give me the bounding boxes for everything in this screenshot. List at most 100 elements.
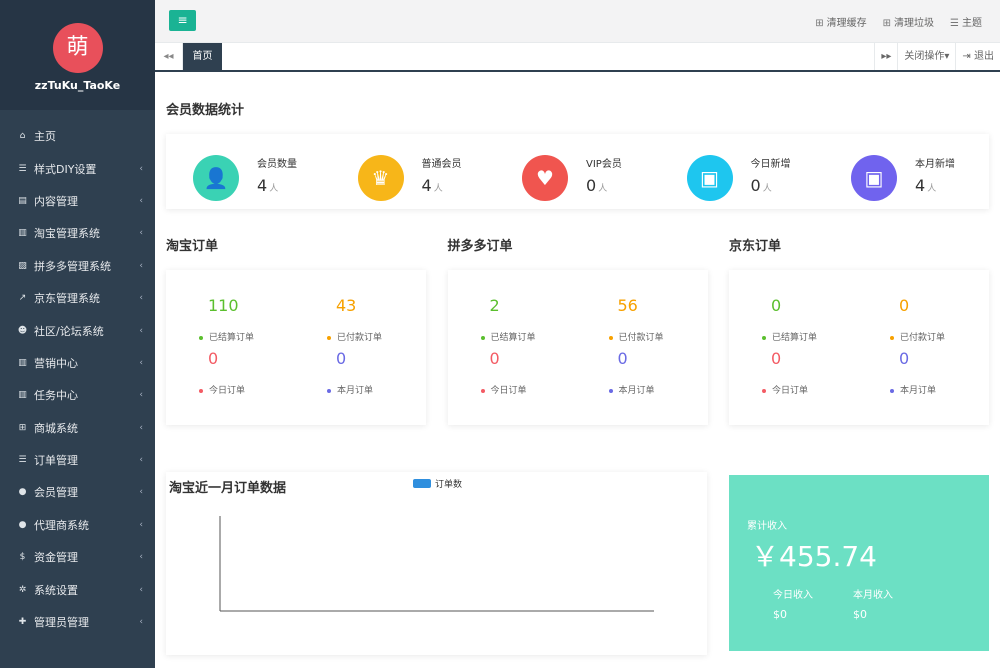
member-stat-item: ▣ 本月新增 4 人 — [851, 154, 1000, 202]
chevron-left-icon: ‹ — [139, 228, 143, 239]
logout-label: 退出 — [974, 51, 994, 62]
income-card: 累计收入 ￥455.74 今日收入 $0 本月收入 $0 — [729, 475, 989, 651]
order-label-text: 今日订单 — [490, 386, 527, 396]
order-section-title: 京东订单 — [729, 239, 782, 254]
chevron-left-icon: ‹ — [139, 584, 143, 595]
chevron-left-icon: ‹ — [139, 422, 143, 433]
sidebar-item[interactable]: ⌂ 主页 — [0, 120, 155, 152]
stat-number: 4 — [421, 176, 432, 195]
tab-scroll-left-button[interactable]: ◂◂ — [155, 43, 183, 70]
sidebar-item[interactable]: ▨ 拼多多管理系统 ‹ — [0, 250, 155, 282]
dot-icon — [608, 335, 613, 340]
sidebar-item[interactable]: ▤ 内容管理 ‹ — [0, 185, 155, 217]
theme-icon: ☰ — [950, 18, 959, 29]
calendar-check-icon: ▣ — [851, 155, 897, 201]
order-paid-count: 56 — [617, 296, 638, 315]
sidebar: 萌 zzTuKu_TaoKe ⌂ 主页 ☰ 样式DIY设置 ‹ ▤ 内容管理 ‹ ▥ 淘宝管理系统… — [0, 0, 155, 668]
stat-label: VIP会员 — [586, 159, 622, 170]
calendar-check-icon: ▣ — [686, 155, 733, 201]
gear-icon: ✲ — [18, 584, 27, 595]
cart-icon: ⊞ — [882, 18, 892, 29]
top-link[interactable]: ⊞ 清理缓存 — [815, 14, 866, 29]
sidebar-item[interactable]: ● 代理商系统 ‹ — [0, 509, 155, 541]
order-today-count: 0 — [208, 349, 219, 368]
order-label-text: 已结算订单 — [209, 333, 255, 343]
sidebar-item[interactable]: $ 资金管理 ‹ — [0, 541, 155, 573]
member-stat-item: ♛ 普通会员 4 人 — [357, 154, 508, 202]
tab-scroll-right-button[interactable]: ▸▸ — [874, 43, 897, 70]
username[interactable]: zzTuKu_TaoKe — [0, 79, 155, 92]
stat-value: 4人 — [915, 176, 936, 195]
order-label-text: 已付款订单 — [337, 333, 383, 343]
tab-actions: ▸▸ 关闭操作▾ ⇥ 退出 — [874, 43, 1000, 70]
sidebar-profile: 萌 zzTuKu_TaoKe — [0, 0, 155, 110]
dot-icon — [199, 388, 203, 393]
sidebar-item-label: 资金管理 — [34, 551, 78, 565]
sidebar-item[interactable]: ☰ 订单管理 ‹ — [0, 444, 155, 476]
list-icon: ☰ — [18, 163, 27, 174]
dot-icon — [327, 388, 331, 393]
dot-icon — [890, 335, 894, 340]
order-label-text: 今日订单 — [772, 386, 809, 396]
top-navbar: ≡ ⊞ 清理缓存 ⊞ 清理垃圾 ☰ 主题 — [155, 0, 1000, 43]
top-link[interactable]: ⊞ 清理垃圾 — [883, 14, 934, 29]
main-content: 会员数据统计 👤 会员数量 4 人 ♛ 普通会员 4 人 ♥ VIP会员 0 人 ▣ 今日新增 0 人 ▣ 本月新… — [155, 72, 1000, 668]
dot-icon — [480, 335, 485, 340]
order-month-label: 本月订单 — [327, 383, 373, 396]
stat-value: 4人 — [257, 176, 278, 195]
sidebar-item[interactable]: ✲ 系统设置 ‹ — [0, 573, 155, 605]
close-operations-dropdown[interactable]: 关闭操作▾ — [897, 43, 955, 70]
avatar[interactable]: 萌 — [52, 23, 103, 73]
dollar-icon: $ — [19, 552, 26, 563]
order-today-count: 0 — [771, 349, 782, 368]
sidebar-item-label: 内容管理 — [34, 194, 78, 208]
dot-icon — [762, 335, 766, 340]
sidebar-item[interactable]: ↗ 京东管理系统 ‹ — [0, 282, 155, 314]
dot-icon — [890, 388, 894, 393]
dot-icon — [480, 388, 485, 393]
sidebar-item-label: 营销中心 — [34, 356, 78, 370]
stat-unit: 人 — [598, 184, 608, 194]
order-label-text: 已结算订单 — [772, 333, 818, 343]
sidebar-item[interactable]: ▥ 任务中心 ‹ — [0, 379, 155, 411]
stat-number: 4 — [915, 176, 926, 195]
member-stat-item: ♥ VIP会员 0 人 — [522, 154, 672, 202]
logout-button[interactable]: ⇥ 退出 — [955, 43, 1000, 70]
sidebar-item[interactable]: ⊞ 商城系统 ‹ — [0, 412, 155, 444]
today-income-value: $0 — [773, 608, 787, 621]
sidebar-item[interactable]: ● 会员管理 ‹ — [0, 476, 155, 508]
stat-value: 4人 — [422, 176, 443, 195]
tab-home[interactable]: 首页 — [183, 43, 222, 70]
sidebar-item[interactable]: ▥ 淘宝管理系统 ‹ — [0, 217, 155, 249]
order-settled-count: 0 — [771, 296, 782, 315]
month-income-label: 本月收入 — [853, 590, 893, 601]
stat-unit: 人 — [762, 184, 772, 194]
stat-unit: 人 — [927, 184, 937, 194]
sidebar-menu: ⌂ 主页 ☰ 样式DIY设置 ‹ ▤ 内容管理 ‹ ▥ 淘宝管理系统 ‹ ▨ 拼多多管理系统 ‹ ↗ 京东管理… — [0, 120, 155, 638]
order-month-count: 0 — [336, 349, 347, 368]
order-paid-count: 43 — [336, 296, 357, 315]
order-today-label: 今日订单 — [480, 383, 527, 396]
order-paid-label: 已付款订单 — [608, 330, 664, 343]
sidebar-item[interactable]: ☻ 社区/论坛系统 ‹ — [0, 314, 155, 346]
income-total: ￥455.74 — [751, 540, 877, 573]
stat-label: 会员数量 — [257, 159, 297, 170]
order-label-text: 本月订单 — [337, 386, 374, 396]
top-link[interactable]: ☰ 主题 — [950, 14, 982, 29]
dot-icon — [199, 335, 203, 340]
chevron-left-icon: ‹ — [139, 390, 143, 401]
order-paid-count: 0 — [899, 296, 910, 315]
sidebar-item[interactable]: ✚ 管理员管理 ‹ — [0, 606, 155, 638]
chevron-left-icon: ‹ — [139, 195, 143, 206]
sidebar-item[interactable]: ☰ 样式DIY设置 ‹ — [0, 152, 155, 184]
order-month-label: 本月订单 — [890, 383, 936, 396]
member-stat-item: 👤 会员数量 4 人 — [193, 154, 343, 202]
user-secret-icon: ● — [18, 519, 27, 530]
sidebar-item[interactable]: ▥ 营销中心 ‹ — [0, 347, 155, 379]
order-label-text: 已付款订单 — [900, 333, 946, 343]
order-label-text: 本月订单 — [900, 386, 937, 396]
menu-toggle-button[interactable]: ≡ — [169, 10, 196, 31]
order-month-count: 0 — [899, 349, 910, 368]
order-today-label: 今日订单 — [199, 383, 245, 396]
sidebar-item-label: 订单管理 — [34, 454, 78, 468]
